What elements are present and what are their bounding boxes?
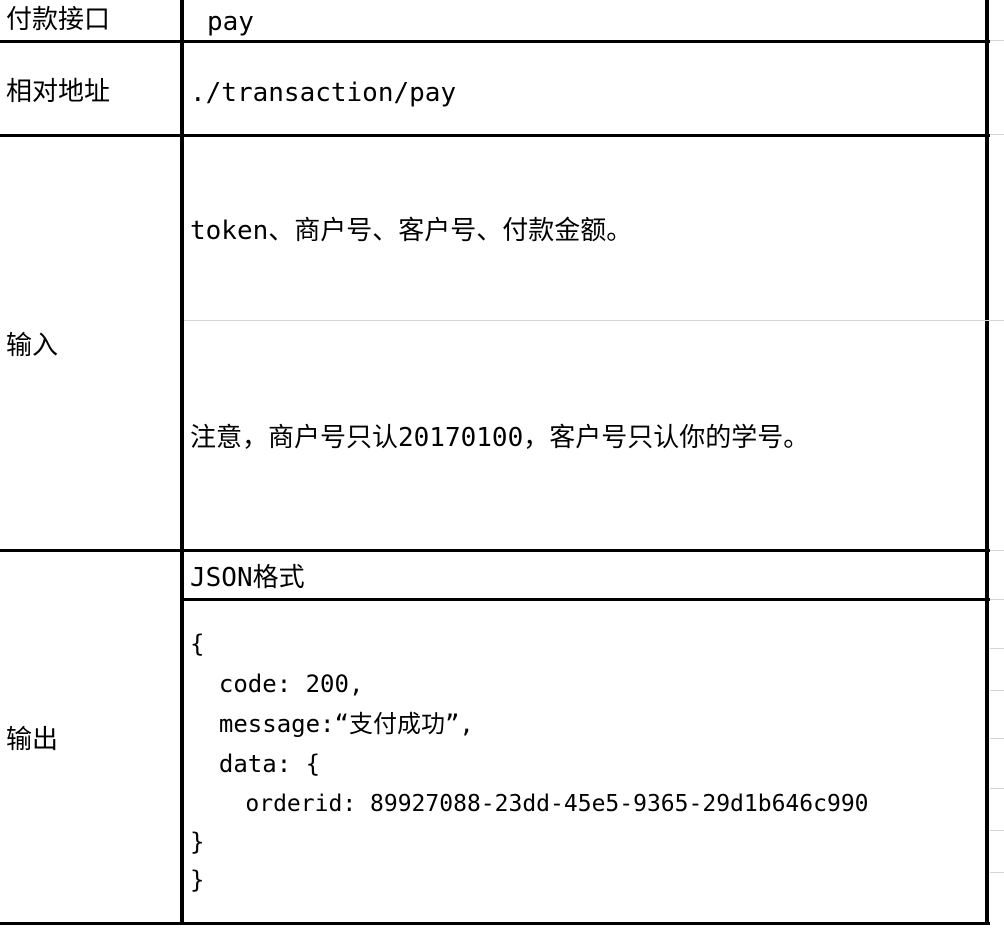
outer-gridline bbox=[990, 320, 1004, 321]
api-spec-table: 付款接口 pay 相对地址 ./transaction/pay 输入 token… bbox=[0, 0, 1004, 928]
outer-gridline bbox=[990, 738, 1004, 739]
input-label: 输入 bbox=[6, 331, 59, 361]
outer-gridline bbox=[990, 40, 1004, 41]
row-border-1 bbox=[0, 40, 990, 43]
outer-gridline bbox=[990, 872, 1004, 873]
code-line: message:“支付成功”, bbox=[190, 710, 474, 738]
input-note: 注意，商户号只认20170100，客户号只认你的学号。 bbox=[190, 423, 810, 453]
outer-gridline bbox=[990, 599, 1004, 600]
inner-gridline bbox=[184, 320, 990, 321]
payment-interface-label: 付款接口 bbox=[6, 5, 111, 35]
code-line: orderid: 89927088-23dd-45e5-9365-29d1b64… bbox=[190, 791, 869, 817]
row-border-2 bbox=[0, 134, 990, 137]
code-line: data: { bbox=[190, 750, 321, 778]
row-border-4 bbox=[182, 598, 990, 601]
outer-gridline bbox=[990, 830, 1004, 831]
outer-gridline bbox=[990, 134, 1004, 135]
code-line: code: 200, bbox=[190, 670, 364, 698]
column-divider bbox=[180, 0, 184, 925]
relative-address-value: ./transaction/pay bbox=[190, 78, 457, 108]
input-params: token、商户号、客户号、付款金额。 bbox=[190, 216, 633, 246]
output-label: 输出 bbox=[6, 725, 59, 755]
outer-gridline bbox=[990, 690, 1004, 691]
row-border-5 bbox=[0, 922, 990, 925]
right-border bbox=[985, 0, 989, 925]
output-format: JSON格式 bbox=[190, 563, 305, 593]
code-line: } bbox=[190, 828, 205, 856]
outer-gridline bbox=[990, 788, 1004, 789]
code-line: { bbox=[190, 630, 205, 658]
code-line: } bbox=[190, 866, 205, 894]
outer-gridline bbox=[990, 648, 1004, 649]
row-border-3 bbox=[0, 549, 990, 552]
outer-gridline bbox=[990, 550, 1004, 551]
payment-interface-value: pay bbox=[207, 7, 254, 37]
relative-address-label: 相对地址 bbox=[6, 77, 111, 107]
